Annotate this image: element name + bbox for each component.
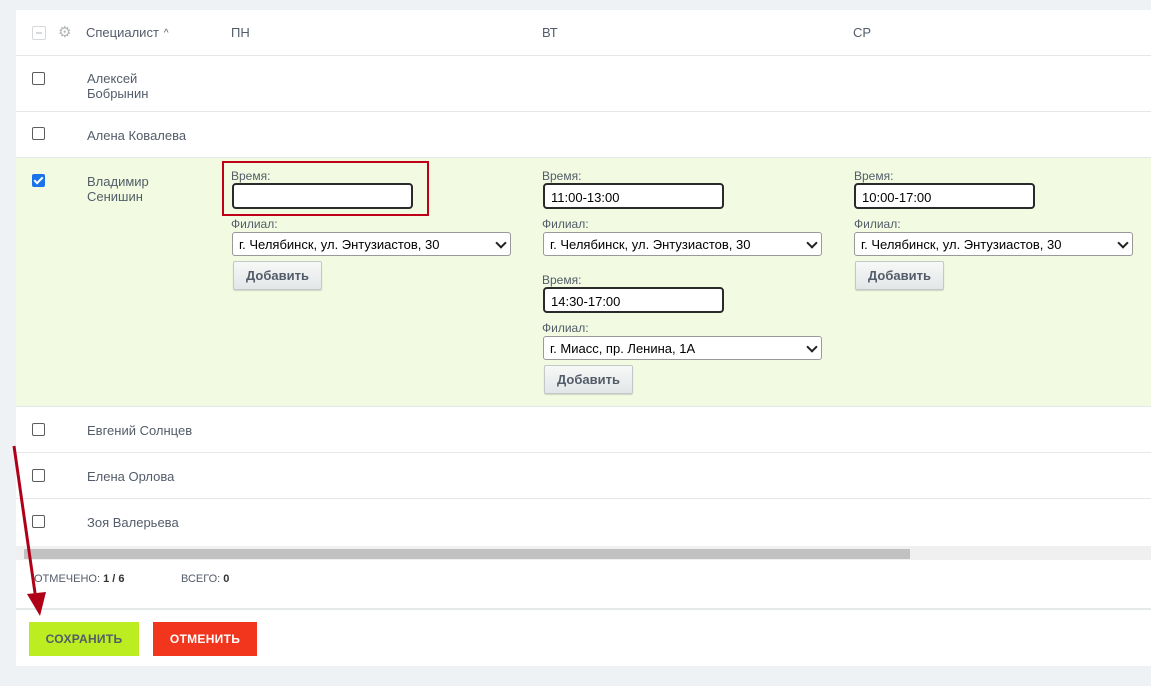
grid-header: ⚙ Специалист ^ ПН ВТ СР (16, 10, 1151, 56)
tue-time-label-2: Время: (542, 273, 582, 287)
table-row: Зоя Валерьева (16, 499, 1151, 545)
tue-time-input-2[interactable]: 14:30-17:00 (543, 287, 724, 313)
total-counter: ВСЕГО: 0 (181, 573, 230, 585)
table-row-selected: Владимир Сенишин Время: Филиал: г. Челяб… (16, 158, 1151, 407)
specialist-name: Алена Ковалева (87, 128, 187, 143)
wed-add-button[interactable]: Добавить (855, 261, 944, 290)
tue-branch-select-1[interactable]: г. Челябинск, ул. Энтузиастов, 30 (543, 232, 822, 256)
specialist-name: Зоя Валерьева (87, 515, 179, 530)
chevron-down-icon (806, 237, 818, 249)
table-row: Алексей Бобрынин (16, 56, 1151, 112)
horizontal-scrollbar[interactable] (16, 546, 1151, 560)
wed-time-input[interactable]: 10:00-17:00 (854, 183, 1035, 209)
tue-time-label: Время: (542, 169, 582, 183)
mon-branch-label: Филиал: (231, 217, 278, 231)
specialist-header-label: Специалист (86, 25, 159, 40)
table-row: Елена Орлова (16, 453, 1151, 499)
wed-branch-label: Филиал: (854, 217, 901, 231)
tue-time-input-1[interactable]: 11:00-13:00 (543, 183, 724, 209)
annotation-arrow-icon (12, 445, 46, 616)
specialist-name: Евгений Солнцев (87, 423, 193, 438)
divider (16, 608, 1151, 610)
mon-branch-select[interactable]: г. Челябинск, ул. Энтузиастов, 30 (232, 232, 511, 256)
chevron-down-icon (1117, 237, 1129, 249)
chevron-down-icon (495, 237, 507, 249)
wed-branch-select[interactable]: г. Челябинск, ул. Энтузиастов, 30 (854, 232, 1133, 256)
chevron-up-icon: ^ (163, 28, 169, 39)
tue-branch-label-2: Филиал: (542, 321, 589, 335)
highlight-frame (222, 161, 429, 216)
table-row: Алена Ковалева (16, 112, 1151, 158)
column-header-tue: ВТ (542, 25, 558, 40)
column-header-wed: СР (853, 25, 872, 40)
specialist-name: Алексей Бобрынин (87, 71, 149, 101)
table-row: Евгений Солнцев (16, 407, 1151, 453)
cancel-button[interactable]: ОТМЕНИТЬ (153, 622, 257, 656)
specialist-name: Елена Орлова (87, 469, 175, 484)
column-header-mon: ПН (231, 25, 250, 40)
tue-add-button[interactable]: Добавить (544, 365, 633, 394)
scrollbar-thumb[interactable] (24, 549, 910, 559)
tue-branch-label: Филиал: (542, 217, 589, 231)
mon-add-button[interactable]: Добавить (233, 261, 322, 290)
chevron-down-icon (806, 341, 818, 353)
schedule-grid-panel: ⚙ Специалист ^ ПН ВТ СР Алексей Бобрынин … (16, 10, 1151, 666)
specialist-name: Владимир Сенишин (87, 174, 149, 204)
tue-branch-select-2[interactable]: г. Миасс, пр. Ленина, 1А (543, 336, 822, 360)
wed-time-label: Время: (854, 169, 894, 183)
gear-icon[interactable]: ⚙ (58, 25, 74, 41)
column-header-specialist[interactable]: Специалист ^ (86, 25, 169, 40)
